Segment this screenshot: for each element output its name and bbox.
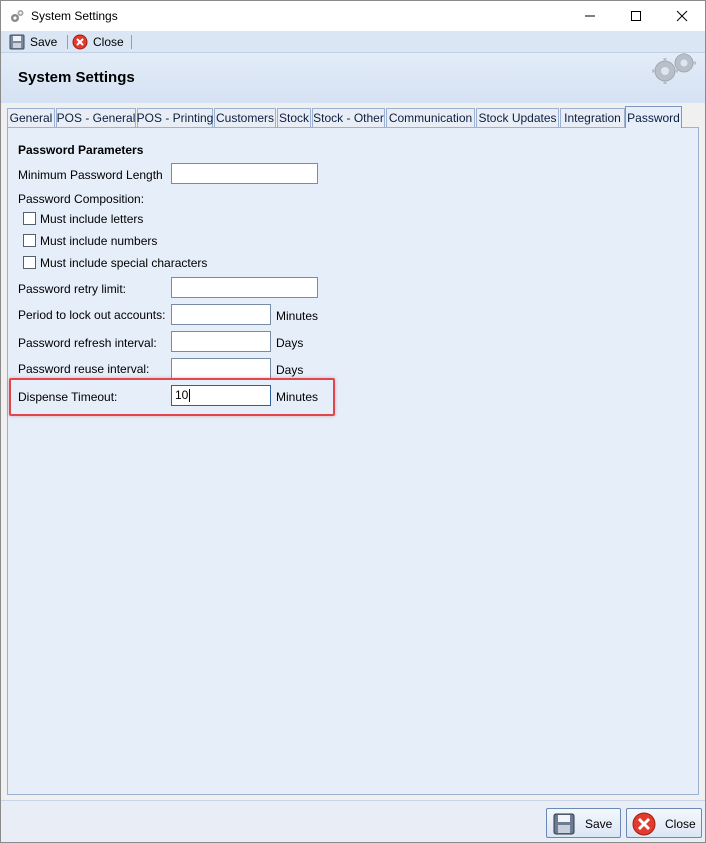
dispense-timeout-unit: Minutes <box>276 390 319 404</box>
tab-customers[interactable]: Customers <box>214 108 276 127</box>
toolbar-separator <box>131 35 132 49</box>
footer-close-button[interactable]: Close <box>626 808 702 838</box>
numbers-checkbox-label[interactable]: Must include numbers <box>40 234 157 248</box>
page-title: System Settings <box>18 69 135 86</box>
footer-bar: Save Close <box>1 800 705 842</box>
settings-tabs: General POS - General POS - Printing Cus… <box>7 106 699 129</box>
tab-communication[interactable]: Communication <box>386 108 475 127</box>
maximize-button[interactable] <box>613 1 659 31</box>
top-toolbar: Save Close <box>1 31 705 53</box>
title-bar: System Settings <box>1 1 705 31</box>
text-cursor <box>189 389 191 403</box>
window-title: System Settings <box>31 9 118 23</box>
lockout-unit: Minutes <box>276 309 319 323</box>
reuse-unit: Days <box>276 363 304 377</box>
footer-close-label: Close <box>665 817 696 831</box>
letters-checkbox[interactable] <box>23 212 36 225</box>
tab-general[interactable]: General <box>7 108 55 127</box>
page-header: System Settings <box>1 53 705 103</box>
close-icon <box>676 10 688 22</box>
reuse-input[interactable] <box>171 358 271 379</box>
tab-integration[interactable]: Integration <box>560 108 625 127</box>
tab-pos-general[interactable]: POS - General <box>56 108 136 127</box>
section-title: Password Parameters <box>18 143 144 157</box>
reuse-label: Password reuse interval: <box>18 362 150 376</box>
floppy-disk-icon <box>553 813 575 835</box>
refresh-input[interactable] <box>171 331 271 352</box>
floppy-disk-icon <box>9 34 25 50</box>
close-circle-icon <box>72 34 88 50</box>
dispense-timeout-value: 10 <box>175 388 189 402</box>
close-circle-icon <box>632 812 656 836</box>
dispense-timeout-input[interactable]: 10 <box>171 385 271 406</box>
footer-save-label: Save <box>585 817 613 831</box>
special-chars-checkbox-label[interactable]: Must include special characters <box>40 256 207 270</box>
tab-pos-printing[interactable]: POS - Printing <box>137 108 213 127</box>
app-gears-icon <box>11 10 24 22</box>
min-length-label: Minimum Password Length <box>18 168 163 182</box>
toolbar-close-button[interactable]: Close <box>72 33 124 51</box>
retry-limit-label: Password retry limit: <box>18 282 127 296</box>
composition-label: Password Composition: <box>18 192 145 206</box>
tab-stock-updates[interactable]: Stock Updates <box>476 108 559 127</box>
refresh-label: Password refresh interval: <box>18 336 157 350</box>
retry-limit-input[interactable] <box>171 277 318 298</box>
tab-stock-other[interactable]: Stock - Other <box>312 108 385 127</box>
tab-stock[interactable]: Stock <box>277 108 311 127</box>
window-close-button[interactable] <box>659 1 705 31</box>
system-settings-window: System Settings Save Close System Settin… <box>0 0 706 843</box>
toolbar-save-button[interactable]: Save <box>9 33 57 51</box>
gears-icon <box>652 53 696 84</box>
maximize-icon <box>631 11 641 21</box>
dispense-timeout-label: Dispense Timeout: <box>18 390 118 404</box>
special-chars-checkbox[interactable] <box>23 256 36 269</box>
numbers-checkbox[interactable] <box>23 234 36 247</box>
minimize-button[interactable] <box>567 1 613 31</box>
footer-save-button[interactable]: Save <box>546 808 621 838</box>
min-length-input[interactable] <box>171 163 318 184</box>
password-tab-panel <box>7 127 699 795</box>
toolbar-save-label: Save <box>30 35 58 49</box>
tab-password[interactable]: Password <box>625 106 682 128</box>
lockout-label: Period to lock out accounts: <box>18 308 166 322</box>
minimize-icon <box>585 15 595 17</box>
refresh-unit: Days <box>276 336 304 350</box>
toolbar-close-label: Close <box>93 35 124 49</box>
toolbar-separator <box>67 35 68 49</box>
letters-checkbox-label[interactable]: Must include letters <box>40 212 143 226</box>
lockout-input[interactable] <box>171 304 271 325</box>
